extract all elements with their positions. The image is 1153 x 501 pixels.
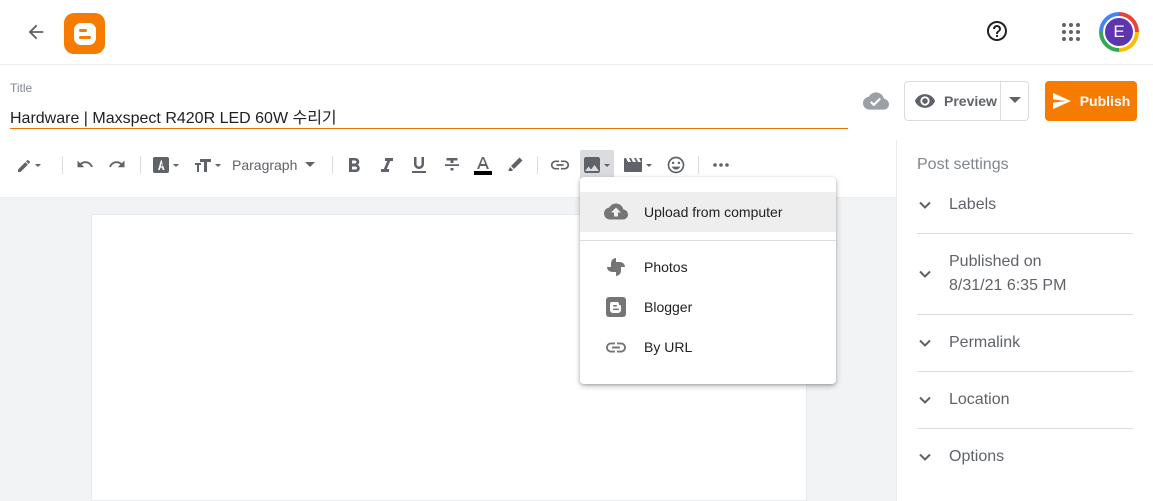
chevron-down-icon: [917, 449, 933, 465]
setting-permalink[interactable]: Permalink: [917, 332, 1133, 354]
top-bar: [0, 0, 1153, 65]
emoji-icon[interactable]: [664, 150, 688, 180]
divider: [917, 428, 1133, 429]
preview-dropdown-button[interactable]: [1000, 81, 1029, 121]
paragraph-style-select[interactable]: Paragraph: [232, 150, 316, 180]
publish-label: Publish: [1079, 93, 1131, 109]
title-input[interactable]: [10, 103, 848, 129]
divider: [917, 371, 1133, 372]
published-date: 8/31/21 6:35 PM: [949, 277, 1067, 294]
send-icon: [1052, 92, 1072, 110]
eye-icon: [914, 90, 936, 112]
chevron-down-icon: [917, 197, 933, 213]
published-on-text: Published on 8/31/21 6:35 PM: [949, 252, 1066, 296]
more-icon[interactable]: [708, 150, 734, 180]
font-icon[interactable]: [150, 150, 184, 180]
menu-item-label: Blogger: [644, 299, 693, 315]
setting-labels[interactable]: Labels: [917, 194, 1133, 216]
link-icon[interactable]: [547, 150, 573, 180]
avatar-initial: E: [1103, 16, 1135, 48]
strikethrough-icon[interactable]: [440, 150, 464, 180]
preview-label: Preview: [944, 93, 997, 109]
setting-label: Location: [949, 391, 1010, 408]
apps-grid-icon[interactable]: [1058, 19, 1084, 45]
video-icon[interactable]: [622, 150, 656, 180]
menu-item-by-url[interactable]: By URL: [580, 327, 836, 367]
help-circle-icon[interactable]: [983, 17, 1011, 45]
italic-icon[interactable]: [375, 150, 399, 180]
setting-label: Options: [949, 448, 1005, 465]
caret-down-icon: [305, 162, 316, 168]
underline-icon[interactable]: [407, 150, 431, 180]
chevron-down-icon: [917, 335, 933, 351]
toolbar-divider: [62, 156, 63, 174]
toolbar-divider: [140, 156, 141, 174]
menu-item-blogger[interactable]: Blogger: [580, 287, 836, 327]
toolbar-divider: [537, 156, 538, 174]
toolbar-divider: [332, 156, 333, 174]
cloud-upload-icon: [604, 200, 628, 224]
menu-item-label: By URL: [644, 339, 693, 355]
post-settings-heading: Post settings: [917, 156, 1009, 173]
image-icon[interactable]: [580, 150, 614, 180]
insert-image-menu: Upload from computer Photos Blogger By U…: [580, 177, 836, 384]
menu-item-photos[interactable]: Photos: [580, 247, 836, 287]
undo-icon[interactable]: [72, 150, 98, 180]
photos-pinwheel-icon: [604, 255, 628, 279]
menu-item-label: Photos: [644, 259, 688, 275]
avatar[interactable]: E: [1099, 12, 1139, 52]
blogger-post-editor: E Title Preview Publish: [0, 0, 1153, 501]
chevron-down-icon: [917, 266, 933, 282]
caret-down-icon: [1008, 97, 1021, 105]
setting-label: Published on: [949, 253, 1042, 270]
setting-options[interactable]: Options: [917, 446, 1133, 468]
setting-published-on[interactable]: Published on 8/31/21 6:35 PM: [917, 250, 1133, 298]
link-icon: [604, 335, 628, 359]
pencil-icon[interactable]: [10, 150, 46, 180]
divider: [917, 233, 1133, 234]
bold-icon[interactable]: [343, 150, 367, 180]
chevron-down-icon: [917, 392, 933, 408]
toolbar-divider: [698, 156, 699, 174]
redo-icon[interactable]: [104, 150, 130, 180]
text-color-icon[interactable]: [470, 150, 496, 180]
setting-label: Permalink: [949, 334, 1021, 351]
blogger-icon: [604, 295, 628, 319]
setting-location[interactable]: Location: [917, 389, 1133, 411]
publish-button[interactable]: Publish: [1045, 81, 1137, 121]
setting-label: Labels: [949, 196, 997, 213]
cloud-saved-icon: [862, 90, 890, 112]
preview-button[interactable]: Preview: [904, 81, 1001, 121]
divider: [917, 314, 1133, 315]
text-size-icon[interactable]: [192, 150, 226, 180]
menu-item-upload-from-computer[interactable]: Upload from computer: [580, 192, 836, 232]
menu-divider: [580, 240, 836, 241]
back-arrow-icon[interactable]: [22, 18, 50, 46]
highlight-icon[interactable]: [503, 150, 527, 180]
menu-item-label: Upload from computer: [644, 204, 783, 220]
blogger-logo-icon[interactable]: [64, 13, 105, 54]
paragraph-label: Paragraph: [232, 157, 298, 173]
title-label: Title: [10, 81, 33, 95]
